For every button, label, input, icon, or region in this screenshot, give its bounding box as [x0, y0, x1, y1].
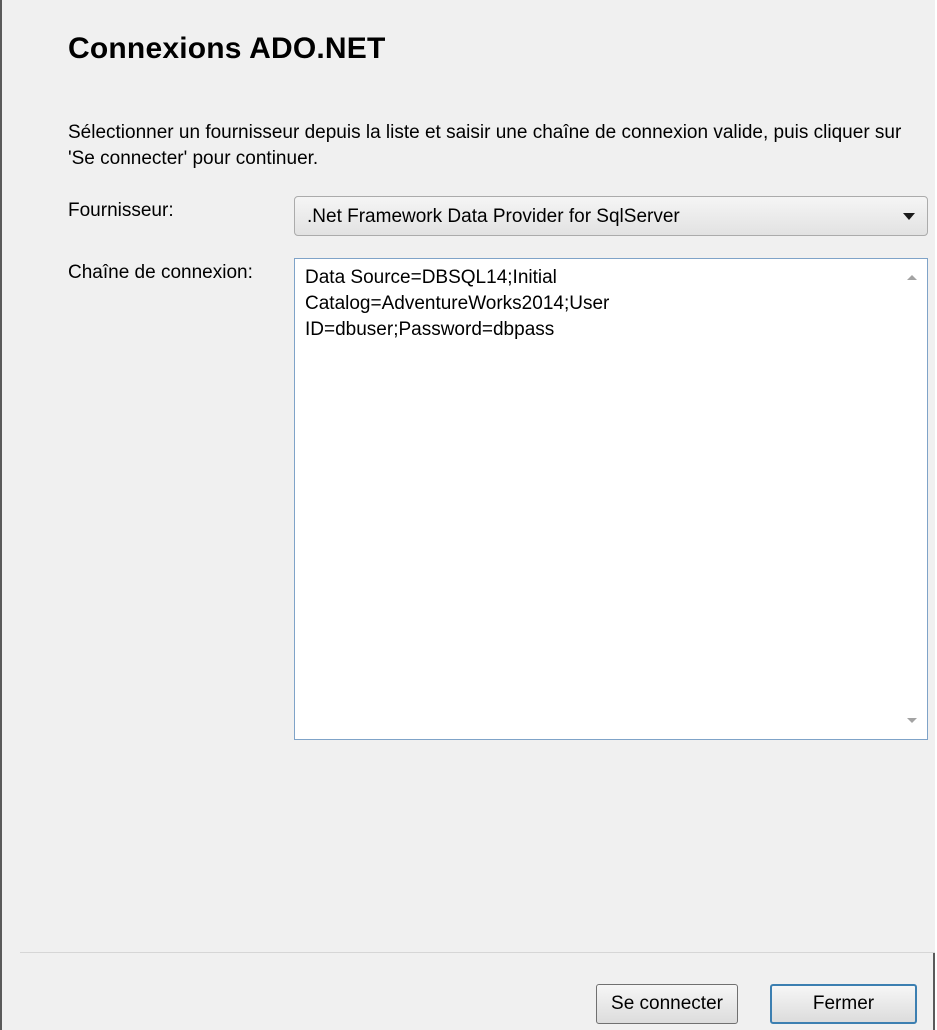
- dialog-content: Connexions ADO.NET Sélectionner un fourn…: [20, 0, 935, 953]
- connect-button-label: Se connecter: [611, 993, 723, 1014]
- provider-selected-value: .Net Framework Data Provider for SqlServ…: [307, 206, 680, 227]
- connection-string-label: Chaîne de connexion:: [68, 262, 253, 283]
- connection-string-value[interactable]: Data Source=DBSQL14;Initial Catalog=Adve…: [305, 265, 895, 343]
- connection-string-textarea[interactable]: Data Source=DBSQL14;Initial Catalog=Adve…: [294, 258, 928, 740]
- dialog-title: Connexions ADO.NET: [68, 32, 386, 65]
- vertical-scrollbar[interactable]: [897, 259, 927, 739]
- scroll-down-arrow-icon[interactable]: [907, 718, 917, 723]
- close-button-label: Fermer: [812, 993, 875, 1014]
- close-button[interactable]: Fermer: [770, 984, 917, 1024]
- chevron-down-icon[interactable]: [903, 213, 915, 220]
- provider-select[interactable]: .Net Framework Data Provider for SqlServ…: [294, 196, 928, 236]
- dialog-description: Sélectionner un fournisseur depuis la li…: [68, 122, 902, 169]
- scroll-up-arrow-icon[interactable]: [907, 275, 917, 280]
- connect-button[interactable]: Se connecter: [596, 984, 738, 1024]
- provider-label: Fournisseur:: [68, 200, 174, 221]
- ado-net-connections-dialog: Connexions ADO.NET Sélectionner un fourn…: [0, 0, 935, 1030]
